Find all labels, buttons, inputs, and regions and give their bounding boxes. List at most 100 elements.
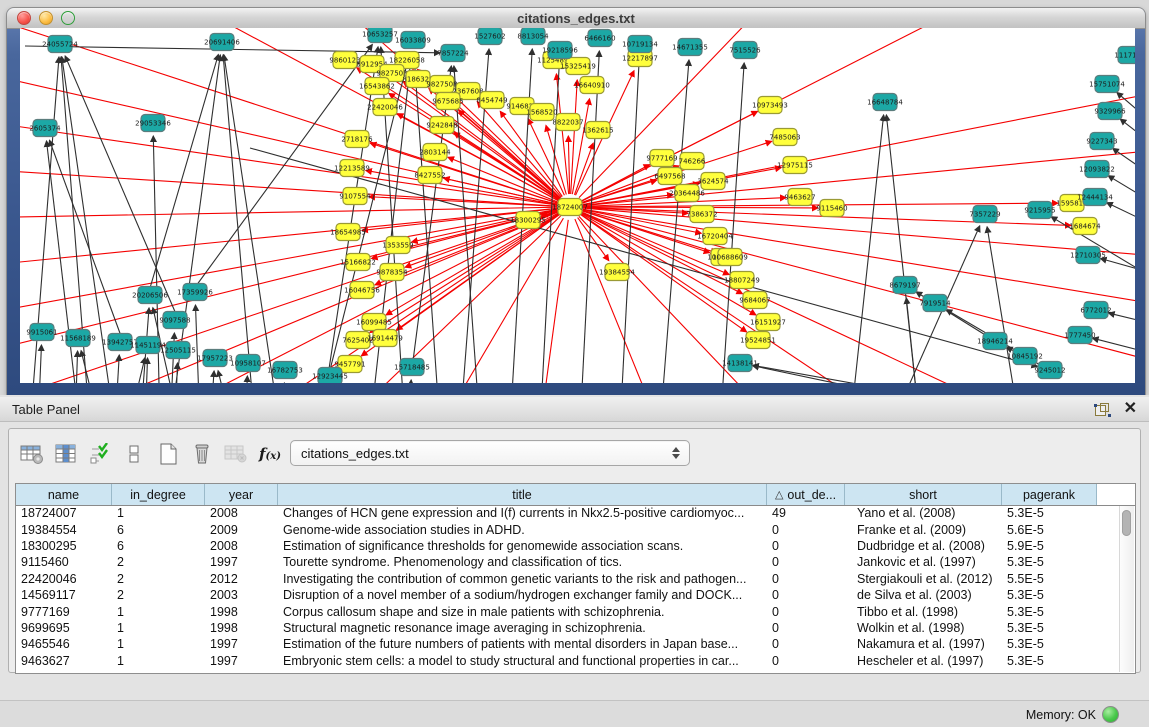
graph-node[interactable]: 14671355 — [672, 39, 708, 56]
graph-node[interactable]: 16151927 — [750, 314, 786, 331]
table-row[interactable]: 2242004622012Investigating the contribut… — [16, 571, 1135, 587]
graph-node[interactable]: 1117181 — [1114, 47, 1135, 64]
black-edge[interactable] — [886, 115, 920, 383]
table-row[interactable]: 1830029562008Estimation of significance … — [16, 538, 1135, 554]
graph-node[interactable]: 10958107 — [230, 355, 266, 372]
graph-node[interactable]: 9777169 — [646, 150, 677, 167]
table-panel-header[interactable]: Table Panel ✕ — [0, 397, 1149, 422]
table-row[interactable]: 1938455462009Genome-wide association stu… — [16, 521, 1135, 537]
graph-node[interactable]: 7515526 — [729, 42, 761, 59]
graph-node[interactable]: 1362615 — [582, 122, 613, 139]
red-edge[interactable] — [20, 210, 557, 358]
vertical-scrollbar[interactable] — [1119, 506, 1134, 672]
new-column-icon[interactable] — [151, 439, 185, 469]
black-edge[interactable] — [224, 55, 280, 383]
network-window-titlebar[interactable]: citations_edges.txt — [7, 8, 1145, 29]
graph-node[interactable]: 6772012 — [1080, 302, 1111, 319]
graph-node[interactable]: 18946214 — [977, 333, 1013, 350]
graph-node[interactable]: 16648784 — [867, 94, 903, 111]
black-edge[interactable] — [1093, 338, 1135, 358]
red-edge[interactable] — [20, 209, 557, 318]
graph-node[interactable]: 8454749 — [476, 92, 507, 109]
table-row[interactable]: 1872400712008Changes of HCN gene express… — [16, 505, 1135, 521]
table-options-icon[interactable] — [15, 439, 49, 469]
black-edge[interactable] — [38, 345, 41, 383]
column-header-short[interactable]: short — [845, 484, 1002, 505]
graph-node[interactable]: 746266 — [679, 153, 706, 170]
network-view-window[interactable]: citations_edges.txt 18724007183002959860… — [7, 8, 1145, 395]
black-edge[interactable] — [720, 63, 744, 383]
graph-node[interactable]: 6466160 — [584, 30, 615, 47]
graph-node[interactable]: 1353559 — [382, 237, 413, 254]
network-canvas[interactable]: 1872400718300295986012359129541822605898… — [20, 28, 1135, 383]
graph-node[interactable]: 19524851 — [740, 332, 776, 349]
scrollbar-thumb[interactable] — [1122, 510, 1131, 536]
black-edge[interactable] — [850, 115, 884, 383]
column-header-name[interactable]: name — [16, 484, 112, 505]
function-builder-icon[interactable]: f(x) — [253, 439, 287, 469]
graph-node[interactable]: 15718485 — [394, 359, 430, 376]
network-canvas-svg[interactable]: 1872400718300295986012359129541822605898… — [20, 28, 1135, 383]
black-edge[interactable] — [195, 305, 200, 383]
graph-node[interactable]: 8427552 — [414, 167, 445, 184]
delete-column-icon[interactable] — [185, 439, 219, 469]
black-edge[interactable] — [408, 380, 411, 383]
graph-node[interactable]: 7919514 — [919, 295, 951, 312]
table-row[interactable]: 977716911998Corpus callosum shape and si… — [16, 603, 1135, 619]
graph-node[interactable]: 6497568 — [654, 168, 685, 185]
close-icon[interactable]: ✕ — [1124, 401, 1137, 417]
red-edge[interactable] — [180, 28, 559, 201]
graph-node[interactable]: 16099485 — [356, 314, 392, 331]
graph-node[interactable]: 7485063 — [769, 129, 800, 146]
graph-node[interactable]: 10719134 — [622, 36, 658, 53]
graph-node[interactable]: 8679197 — [889, 277, 920, 294]
black-edge[interactable] — [218, 371, 232, 383]
graph-node[interactable]: 9915061 — [26, 324, 57, 341]
column-header-pagerank[interactable]: pagerank — [1002, 484, 1097, 505]
column-header-year[interactable]: year — [205, 484, 278, 505]
black-edge[interactable] — [170, 55, 220, 383]
graph-node[interactable]: 9242848 — [426, 117, 457, 134]
table-row[interactable]: 969969511998Structural magnetic resonanc… — [16, 620, 1135, 636]
graph-node[interactable]: 10653257 — [362, 28, 398, 43]
black-edge[interactable] — [1101, 259, 1135, 278]
table-row[interactable]: 946554611997Estimation of the future num… — [16, 636, 1135, 652]
black-edge[interactable] — [65, 56, 176, 314]
black-edge[interactable] — [245, 376, 247, 383]
graph-node[interactable]: 20691406 — [204, 34, 240, 51]
graph-node[interactable]: 2803144 — [419, 144, 451, 161]
float-window-icon[interactable] — [1095, 402, 1110, 416]
graph-node[interactable]: 9684067 — [739, 292, 770, 309]
graph-node[interactable]: 9227343 — [1086, 133, 1117, 150]
red-edge[interactable] — [540, 220, 568, 383]
graph-node[interactable]: 29053346 — [135, 115, 171, 132]
graph-node[interactable]: 9463627 — [784, 189, 815, 206]
table-row[interactable]: 946362711997Embryonic stem cells: a mode… — [16, 653, 1135, 669]
graph-node[interactable]: 16046756 — [344, 282, 380, 299]
graph-node[interactable]: 16033809 — [395, 32, 431, 49]
red-edge[interactable] — [20, 118, 557, 205]
graph-node[interactable]: 17957223 — [197, 350, 233, 367]
red-edge[interactable] — [571, 80, 577, 194]
graph-node[interactable]: 9245012 — [1034, 362, 1065, 379]
graph-node[interactable]: 1527602 — [474, 28, 505, 45]
graph-node[interactable]: 15751074 — [1089, 76, 1125, 93]
table-row[interactable]: 911546021997Tourette syndrome. Phenomeno… — [16, 554, 1135, 570]
column-header-out_de[interactable]: △out_de... — [767, 484, 845, 505]
black-edge[interactable] — [115, 355, 119, 383]
graph-node[interactable]: 1684674 — [1069, 218, 1101, 235]
red-edge[interactable] — [340, 216, 561, 383]
graph-node[interactable]: 16640910 — [574, 77, 610, 94]
graph-node[interactable]: 9878354 — [376, 264, 408, 281]
black-edge[interactable] — [75, 351, 78, 383]
table-row[interactable]: 1456911722003Disruption of a novel membe… — [16, 587, 1135, 603]
black-edge[interactable] — [150, 54, 218, 288]
graph-node[interactable]: 8822037 — [552, 114, 583, 131]
column-header-title[interactable]: title — [278, 484, 767, 505]
graph-node[interactable]: 3624574 — [697, 173, 729, 190]
red-edge[interactable] — [20, 168, 557, 206]
graph-node[interactable]: 14138141 — [722, 355, 758, 372]
red-edge[interactable] — [20, 211, 558, 383]
graph-node[interactable]: 9107554 — [339, 188, 371, 205]
black-edge[interactable] — [210, 371, 214, 383]
